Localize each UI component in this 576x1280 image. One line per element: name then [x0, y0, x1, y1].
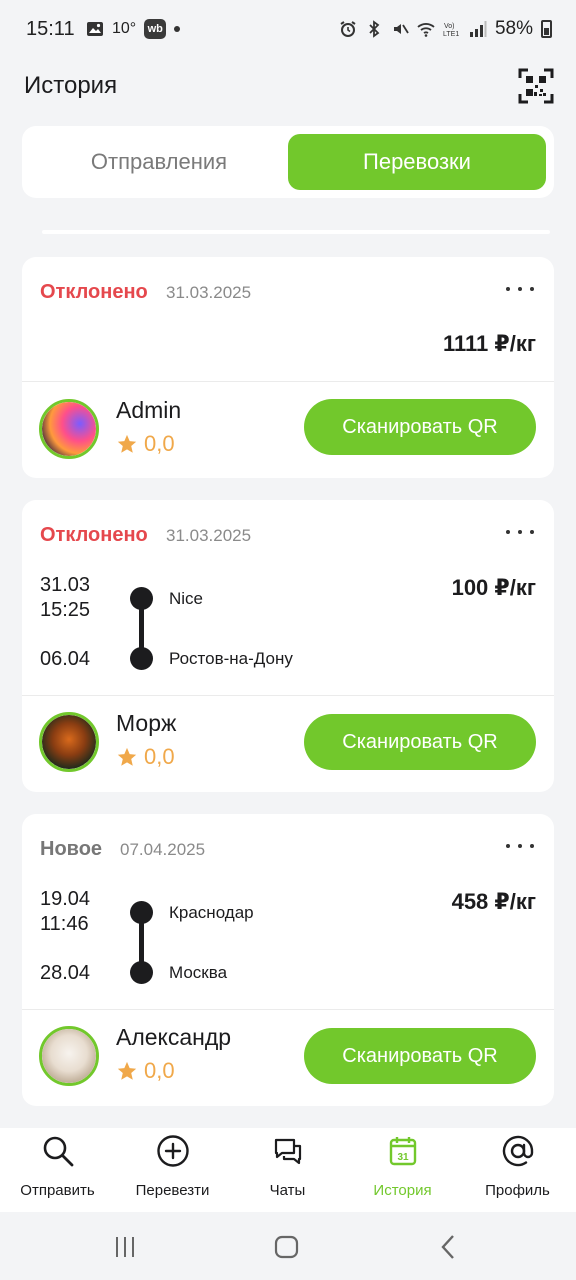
status-bar: 15:11 10° wb Vo) LTE1 58% [0, 0, 576, 60]
shipment-card[interactable]: Отклонено 31.03.2025 1111 ₽/кг Admin 0,0… [22, 257, 554, 478]
alarm-icon [340, 21, 356, 37]
departure-city: Nice [169, 589, 204, 608]
card-date: 07.04.2025 [120, 840, 206, 859]
plus-circle-icon [156, 1135, 189, 1167]
more-options-icon[interactable] [506, 277, 534, 301]
qr-code-icon[interactable] [518, 68, 554, 104]
avatar[interactable] [39, 712, 99, 772]
nav-transport[interactable]: Перевезти [115, 1128, 230, 1212]
chat-icon [274, 1138, 301, 1165]
nav-profile[interactable]: Профиль [460, 1128, 575, 1212]
battery-icon [541, 20, 552, 38]
nav-label: Чаты [269, 1182, 306, 1199]
nav-history[interactable]: 31 История [345, 1128, 460, 1212]
system-nav-bar [0, 1212, 576, 1280]
signal-icon [469, 21, 487, 37]
departure-time: 11:46 [40, 913, 89, 935]
app-header: История [0, 60, 576, 120]
tab-transports[interactable]: Перевозки [288, 134, 546, 190]
departure-date: 19.04 [40, 888, 91, 910]
more-options-icon[interactable] [506, 520, 534, 544]
departure-datetime: 19.04 11:46 [40, 887, 90, 937]
rating-value: 0,0 [144, 744, 175, 769]
user-name: Морж [116, 710, 177, 736]
nav-label: Профиль [485, 1182, 550, 1199]
arrival-city: Москва [169, 963, 228, 982]
user-rating: 0,0 [116, 1058, 175, 1084]
status-badge: Новое [40, 838, 103, 860]
status-badge: Отклонено [40, 524, 148, 546]
at-icon [502, 1135, 533, 1167]
scan-qr-button[interactable]: Сканировать QR [304, 714, 536, 770]
recent-apps-icon[interactable] [110, 1232, 140, 1262]
more-options-icon[interactable] [506, 834, 534, 858]
scan-qr-button[interactable]: Сканировать QR [304, 1028, 536, 1084]
user-name: Александр [116, 1024, 232, 1050]
arrival-city: Ростов-на-Дону [169, 649, 293, 668]
card-divider [22, 381, 554, 382]
page-title: История [24, 72, 118, 99]
card-divider [22, 1009, 554, 1010]
nav-send[interactable]: Отправить [0, 1128, 115, 1212]
price: 100 ₽/кг [451, 575, 536, 600]
departure-date: 31.03 [40, 574, 91, 596]
rating-value: 0,0 [144, 1058, 175, 1083]
search-icon [43, 1136, 73, 1167]
star-icon [117, 1061, 137, 1080]
status-temperature: 10° [112, 20, 137, 37]
scan-qr-button[interactable]: Сканировать QR [304, 399, 536, 455]
svg-text:Vo): Vo) [444, 23, 455, 30]
nav-label: История [373, 1182, 432, 1199]
bluetooth-icon [369, 20, 380, 38]
price: 1111 ₽/кг [442, 331, 536, 356]
rating-value: 0,0 [144, 431, 175, 456]
shipment-card[interactable]: Новое 07.04.2025 19.04 11:46 28.04 Красн… [22, 814, 554, 1106]
departure-city: Краснодар [169, 903, 254, 922]
card-divider [22, 695, 554, 696]
card-date: 31.03.2025 [166, 526, 252, 545]
route-end-dot [130, 961, 153, 984]
segmented-tabs: Отправления Перевозки [22, 126, 554, 198]
nav-label: Отправить [20, 1182, 95, 1199]
star-icon [117, 747, 137, 766]
user-rating: 0,0 [116, 744, 175, 770]
mute-icon [393, 24, 409, 34]
status-right-icons: Vo) LTE1 58% [339, 18, 552, 40]
price: 458 ₽/кг [451, 889, 536, 914]
bottom-nav: Отправить Перевезти Чаты 31 История Проф… [0, 1128, 576, 1212]
departure-time: 15:25 [40, 599, 91, 621]
calendar-icon: 31 [389, 1137, 416, 1166]
nav-label: Перевезти [135, 1182, 210, 1199]
route-end-dot [130, 647, 153, 670]
tab-shipments[interactable]: Отправления [30, 134, 288, 190]
shipment-card[interactable]: Отклонено 31.03.2025 31.03 15:25 06.04 N… [22, 500, 554, 792]
arrival-date: 28.04 [40, 962, 91, 984]
volte-lte-icon: Vo)LTE1 [443, 23, 459, 38]
wb-app-icon: wb [144, 19, 167, 39]
battery-percent: 58% [494, 18, 533, 39]
wifi-icon [417, 23, 435, 37]
user-rating: 0,0 [116, 431, 175, 457]
status-badge: Отклонено [40, 281, 148, 303]
nav-chats[interactable]: Чаты [230, 1128, 345, 1212]
notification-dot-icon [174, 26, 181, 32]
card-date: 31.03.2025 [166, 283, 252, 302]
svg-text:LTE1: LTE1 [443, 31, 459, 38]
avatar[interactable] [39, 1026, 99, 1086]
status-left-icons: 10° wb [86, 19, 181, 39]
arrival-date: 06.04 [40, 648, 91, 670]
star-icon [117, 434, 137, 453]
calendar-day: 31 [397, 1152, 409, 1163]
departure-datetime: 31.03 15:25 [40, 573, 90, 623]
scroll-edge-card [42, 230, 550, 234]
home-icon[interactable] [272, 1232, 302, 1262]
status-time: 15:11 [26, 18, 75, 40]
gallery-icon [87, 22, 103, 36]
avatar[interactable] [39, 399, 99, 459]
user-name: Admin [116, 397, 182, 423]
back-icon[interactable] [434, 1232, 464, 1262]
